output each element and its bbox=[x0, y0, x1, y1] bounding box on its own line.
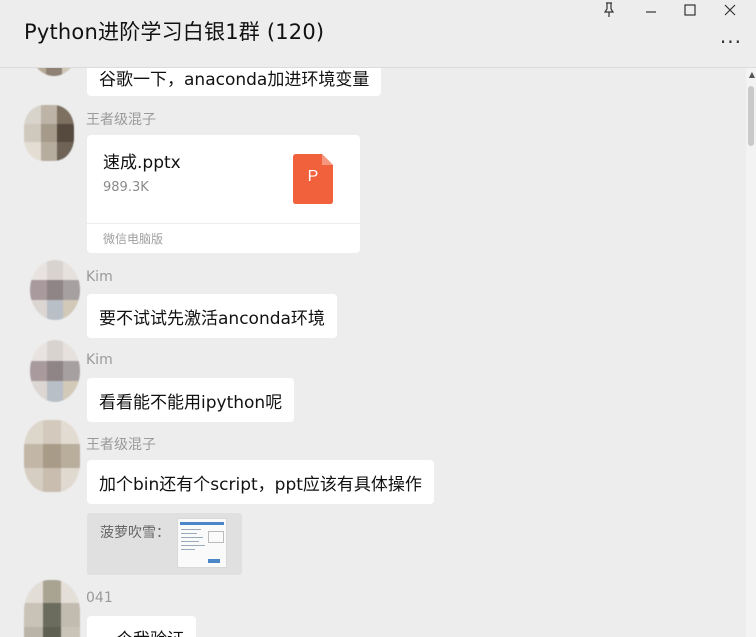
avatar[interactable] bbox=[30, 340, 80, 402]
quote-sender: 菠萝吹雪： bbox=[100, 525, 170, 541]
divider bbox=[87, 223, 360, 224]
message-text: 要不试试先激活anconda环境 bbox=[99, 308, 325, 329]
file-name: 速成.pptx bbox=[103, 153, 181, 173]
avatar[interactable] bbox=[30, 260, 80, 320]
maximize-icon bbox=[684, 4, 696, 16]
file-message-card[interactable]: 速成.pptx 989.3K P 微信电脑版 bbox=[87, 135, 360, 253]
message-bubble[interactable]: 看看能不能用ipython呢 bbox=[87, 378, 295, 422]
sender-name: 王者级混子 bbox=[86, 437, 156, 453]
message-bubble[interactable]: 谷歌一下，anaconda加进环境变量 bbox=[87, 68, 382, 96]
avatar[interactable] bbox=[24, 105, 74, 161]
sender-name: 041 bbox=[86, 590, 113, 606]
chat-area[interactable]: 谷歌一下，anaconda加进环境变量 王者级混子 速成.pptx 989.3K… bbox=[0, 68, 756, 637]
pin-button[interactable] bbox=[594, 0, 624, 20]
more-options-button[interactable]: ··· bbox=[720, 30, 742, 54]
avatar[interactable] bbox=[30, 68, 78, 76]
message-text: 一个我验证 bbox=[99, 625, 184, 637]
close-icon bbox=[724, 4, 736, 16]
message-bubble[interactable]: 一个我验证 bbox=[87, 616, 196, 637]
file-source: 微信电脑版 bbox=[103, 232, 164, 246]
message-text: 谷歌一下，anaconda加进环境变量 bbox=[99, 70, 370, 90]
pin-icon bbox=[603, 2, 615, 17]
quoted-message[interactable]: 菠萝吹雪： bbox=[87, 513, 242, 575]
file-icon-letter: P bbox=[307, 168, 319, 185]
message-text: 加个bin还有个script，ppt应该有具体操作 bbox=[99, 474, 422, 495]
title-bar: Python进阶学习白银1群 (120) ··· bbox=[0, 0, 756, 68]
sender-name: 王者级混子 bbox=[86, 112, 156, 128]
quote-thumbnail bbox=[177, 518, 227, 568]
message-bubble[interactable]: 要不试试先激活anconda环境 bbox=[87, 294, 337, 338]
avatar[interactable] bbox=[24, 420, 80, 492]
message-text: 看看能不能用ipython呢 bbox=[99, 392, 283, 413]
scroll-up-arrow-icon[interactable]: ▲ bbox=[749, 70, 755, 79]
scrollbar-thumb[interactable] bbox=[748, 86, 754, 146]
sender-name: Kim bbox=[86, 352, 113, 368]
file-size: 989.3K bbox=[103, 180, 149, 195]
avatar[interactable] bbox=[24, 580, 80, 637]
minimize-button[interactable] bbox=[636, 0, 666, 20]
message-bubble[interactable]: 加个bin还有个script，ppt应该有具体操作 bbox=[87, 460, 434, 504]
minimize-icon bbox=[646, 11, 656, 13]
sender-name: Kim bbox=[86, 269, 113, 285]
maximize-button[interactable] bbox=[675, 0, 705, 20]
scrollbar[interactable] bbox=[746, 68, 756, 637]
chat-title: Python进阶学习白银1群 (120) bbox=[24, 20, 325, 44]
close-button[interactable] bbox=[715, 0, 745, 20]
